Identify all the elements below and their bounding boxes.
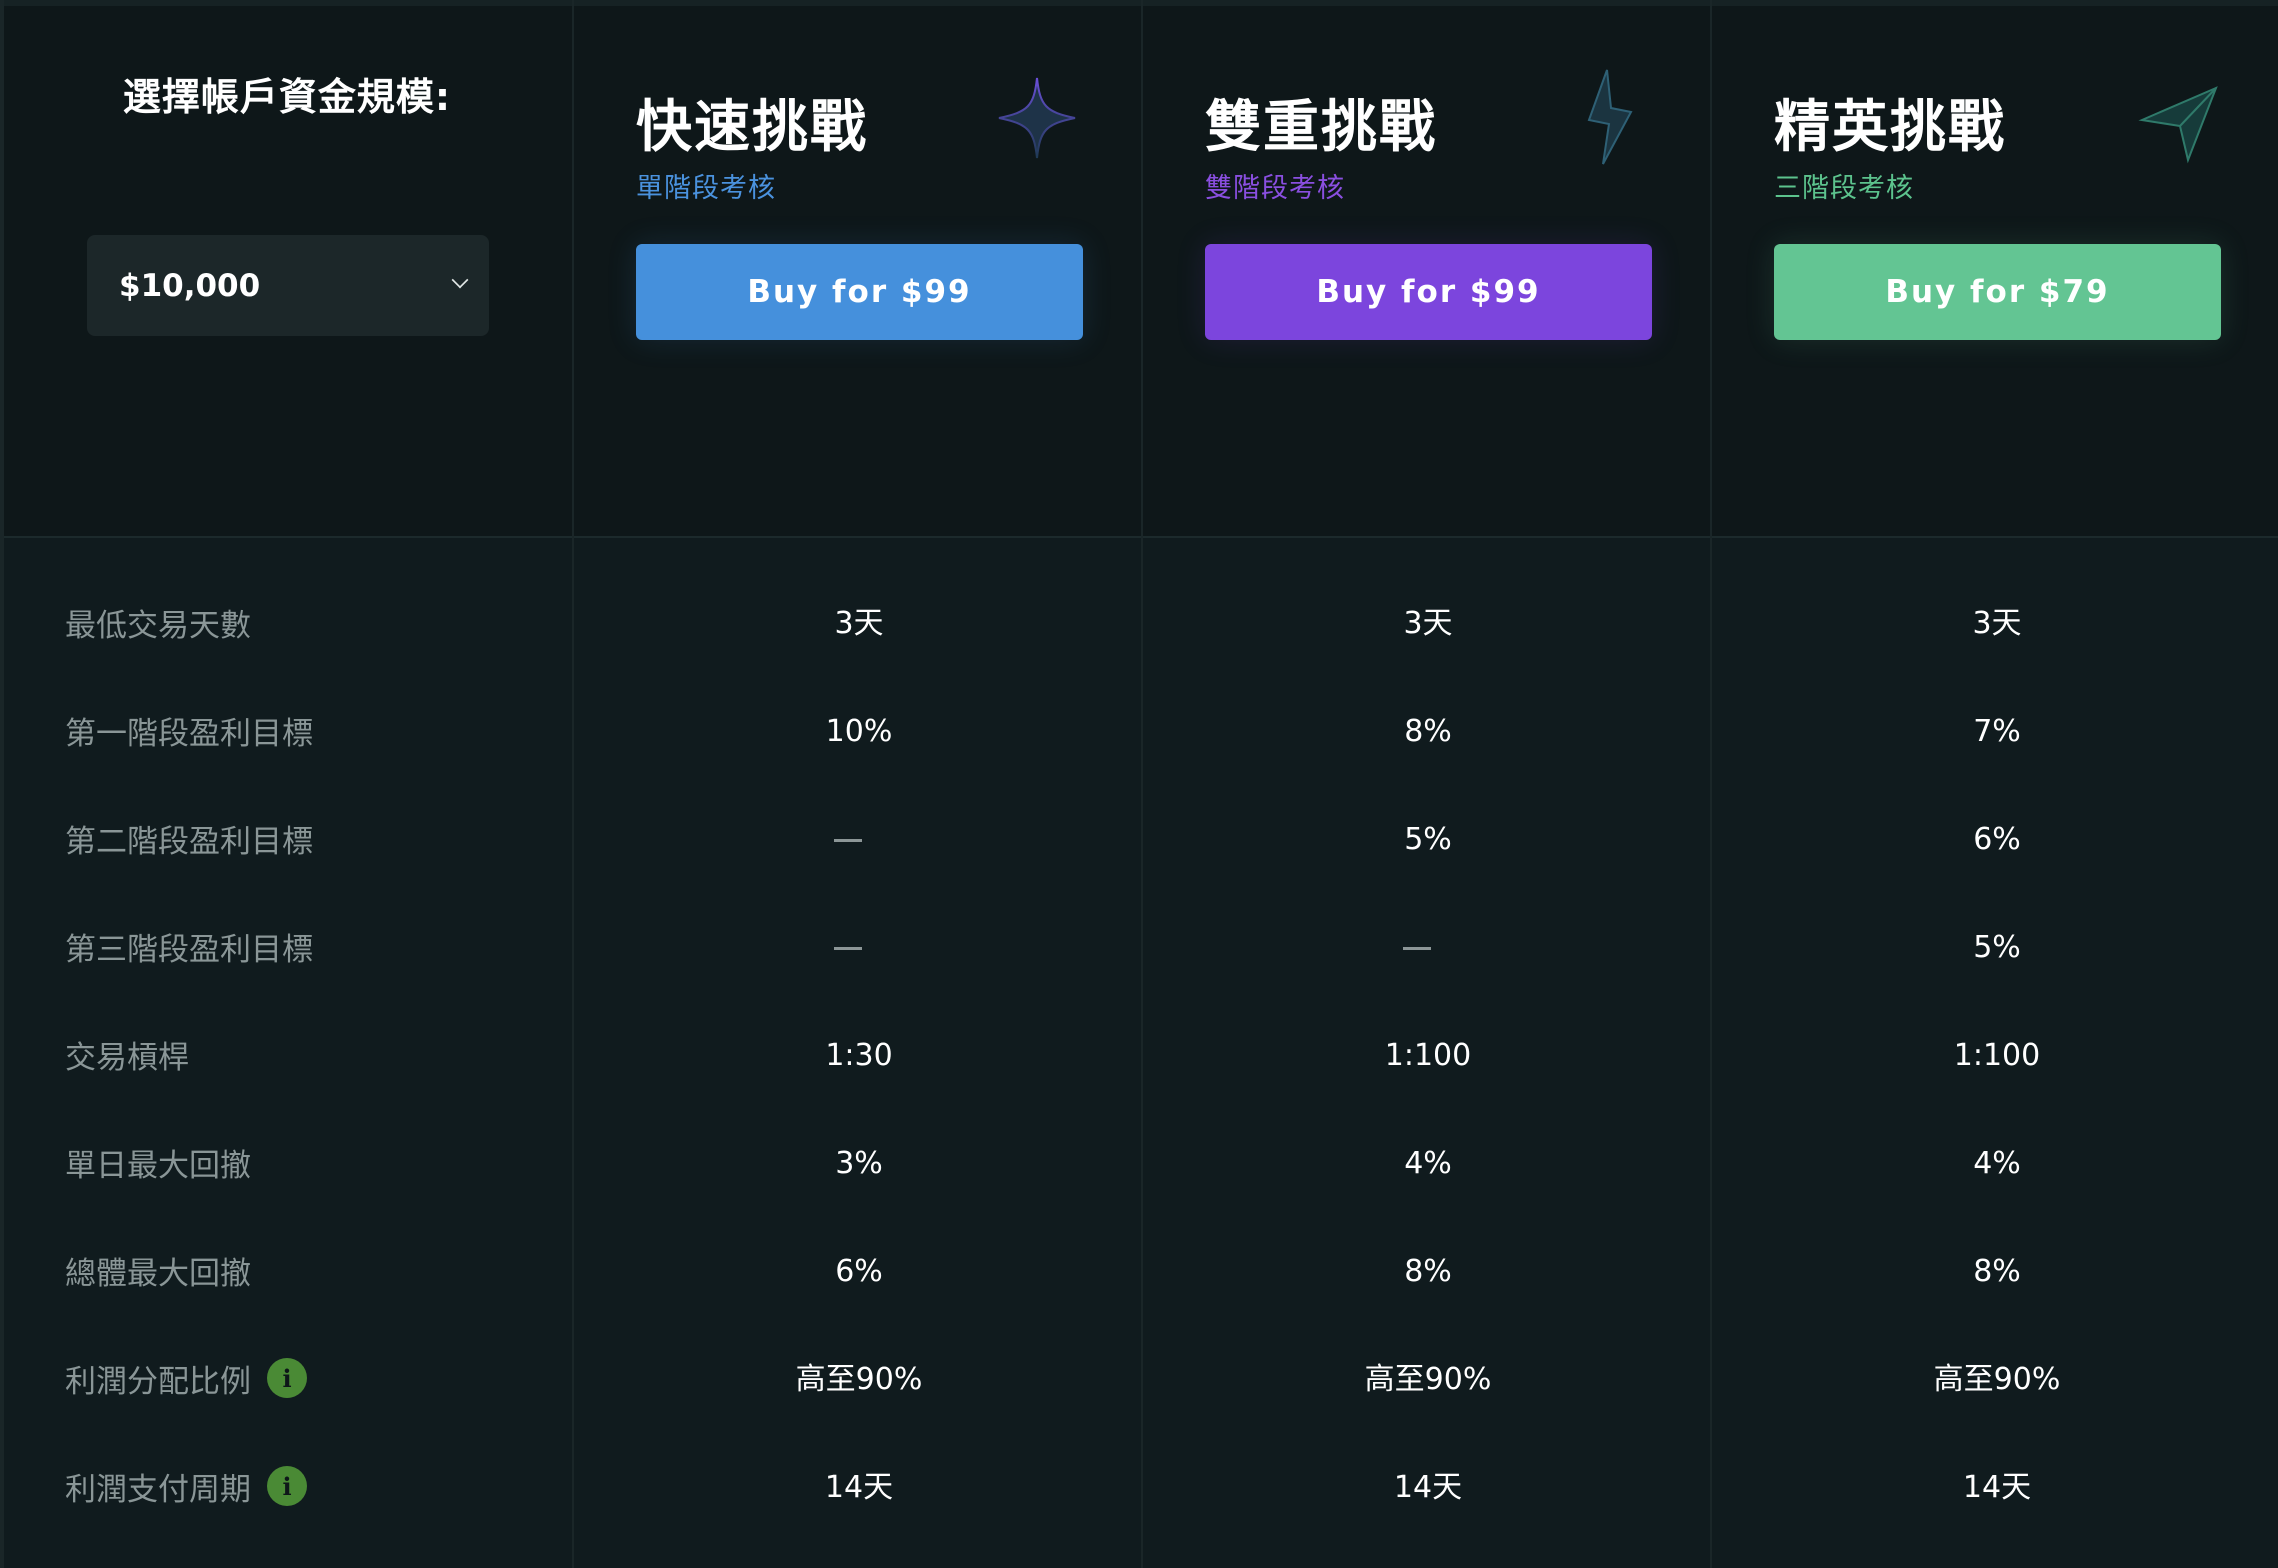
info-icon[interactable]: i xyxy=(267,1358,307,1398)
table-cell: 14天 xyxy=(1962,1470,2032,1505)
plan-subtitle: 單階段考核 xyxy=(636,173,776,204)
info-icon[interactable]: i xyxy=(267,1466,307,1506)
row-label-text: 第二階段盈利目標 xyxy=(65,823,313,860)
table-cell: 7% xyxy=(1973,714,2021,749)
table-cell: 6% xyxy=(835,1254,883,1289)
dash-icon xyxy=(834,947,862,950)
table-cell: 8% xyxy=(1404,714,1452,749)
plan-quick-challenge: 快速挑戰 單階段考核 Buy for $99 xyxy=(574,0,1144,538)
row-label-profit-split: 利潤分配比例 i xyxy=(65,1348,307,1408)
table-cell: 3% xyxy=(835,1146,883,1181)
four-point-star-icon xyxy=(998,77,1076,159)
row-label-payout-cycle: 利潤支付周期 i xyxy=(65,1456,307,1516)
paper-plane-icon xyxy=(2138,86,2218,164)
lightning-icon xyxy=(1587,69,1633,165)
table-cell-empty xyxy=(574,810,1144,870)
table-cell: 14天 xyxy=(1393,1470,1463,1505)
table-cell: 5% xyxy=(1404,822,1452,857)
table-cell: 1:100 xyxy=(1384,1038,1472,1073)
left-border xyxy=(0,0,4,1568)
dash-icon xyxy=(1403,947,1431,950)
row-label-overall-drawdown: 總體最大回撤 xyxy=(65,1240,251,1300)
account-size-select[interactable]: $10,000 xyxy=(87,235,489,336)
row-label-text: 交易槓桿 xyxy=(65,1039,189,1076)
table-cell: 4% xyxy=(1973,1146,2021,1181)
plan-title: 精英挑戰 xyxy=(1774,95,2006,160)
row-label-text: 利潤分配比例 xyxy=(65,1363,251,1400)
plan-title: 快速挑戰 xyxy=(636,95,868,160)
account-size-value: $10,000 xyxy=(119,267,261,304)
table-cell: 3天 xyxy=(1403,606,1453,641)
account-size-title: 選擇帳戶資金規模: xyxy=(122,75,452,119)
table-cell: 高至90% xyxy=(1364,1362,1492,1397)
plan-subtitle: 雙階段考核 xyxy=(1205,173,1345,204)
plan-elite-challenge: 精英挑戰 三階段考核 Buy for $79 xyxy=(1712,0,2278,538)
table-cell: 高至90% xyxy=(1933,1362,2061,1397)
table-cell: 3天 xyxy=(1972,606,2022,641)
table-cell: 8% xyxy=(1404,1254,1452,1289)
row-label-text: 最低交易天數 xyxy=(65,607,251,644)
row-label-leverage: 交易槓桿 xyxy=(65,1024,189,1084)
row-label-text: 利潤支付周期 xyxy=(65,1471,251,1508)
challenge-comparison-table: 選擇帳戶資金規模: $10,000 快速挑戰 單階段考核 Buy for $99… xyxy=(0,0,2278,1568)
table-cell: 10% xyxy=(825,714,893,749)
row-label-text: 單日最大回撤 xyxy=(65,1147,251,1184)
table-cell: 3天 xyxy=(834,606,884,641)
row-label-daily-drawdown: 單日最大回撤 xyxy=(65,1132,251,1192)
row-label-text: 總體最大回撤 xyxy=(65,1255,251,1292)
plan-dual-challenge: 雙重挑戰 雙階段考核 Buy for $99 xyxy=(1143,0,1713,538)
buy-button[interactable]: Buy for $79 xyxy=(1774,244,2221,340)
row-label-min-trading-days: 最低交易天數 xyxy=(65,592,251,652)
buy-button[interactable]: Buy for $99 xyxy=(636,244,1083,340)
chevron-down-icon xyxy=(451,271,469,289)
row-label-phase3-target: 第三階段盈利目標 xyxy=(65,916,313,976)
table-cell: 1:30 xyxy=(825,1038,893,1073)
row-label-phase2-target: 第二階段盈利目標 xyxy=(65,808,313,868)
table-cell: 6% xyxy=(1973,822,2021,857)
table-cell: 高至90% xyxy=(795,1362,923,1397)
plan-title: 雙重挑戰 xyxy=(1205,95,1437,160)
plan-subtitle: 三階段考核 xyxy=(1774,173,1914,204)
table-cell: 1:100 xyxy=(1953,1038,2041,1073)
row-label-phase1-target: 第一階段盈利目標 xyxy=(65,700,313,760)
table-cell: 5% xyxy=(1973,930,2021,965)
table-cell: 14天 xyxy=(824,1470,894,1505)
table-cell: 4% xyxy=(1404,1146,1452,1181)
dash-icon xyxy=(834,839,862,842)
table-cell: 8% xyxy=(1973,1254,2021,1289)
table-cell-empty xyxy=(574,918,1144,978)
row-label-text: 第一階段盈利目標 xyxy=(65,715,313,752)
buy-button[interactable]: Buy for $99 xyxy=(1205,244,1652,340)
row-label-text: 第三階段盈利目標 xyxy=(65,931,313,968)
table-cell-empty xyxy=(1143,918,1713,978)
